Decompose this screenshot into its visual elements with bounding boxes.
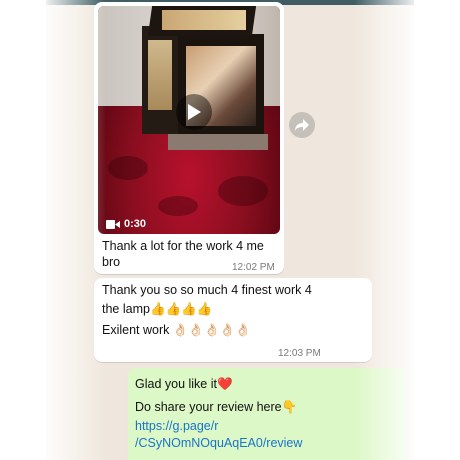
video-decor xyxy=(158,196,198,216)
forward-icon xyxy=(295,119,309,131)
play-button[interactable] xyxy=(176,94,212,130)
forward-button[interactable] xyxy=(289,112,315,138)
message-time: 12:03 PM xyxy=(278,348,321,359)
video-thumbnail[interactable]: 0:30 xyxy=(98,6,280,234)
lamp-photo-panel xyxy=(162,10,246,30)
lamp-photo-panel xyxy=(148,40,172,110)
play-icon xyxy=(188,104,201,120)
video-camera-icon xyxy=(106,219,120,229)
message-text: Do share your review here👇 xyxy=(135,400,298,414)
chat-area: 0:30 Thank a lot for the work 4 me bro 1… xyxy=(46,0,414,460)
message-text: Glad you like it❤️ xyxy=(135,377,233,391)
message-text: Thank you so so much 4 finest work 4 xyxy=(102,283,312,297)
video-duration-row: 0:30 xyxy=(106,218,146,230)
message-time: 12:02 PM xyxy=(232,262,275,273)
lamp-base xyxy=(168,134,268,150)
video-decor xyxy=(218,176,268,206)
message-text: Thank a lot for the work 4 me xyxy=(102,239,264,253)
review-link[interactable]: /CSyNOmNOquAqEA0/review xyxy=(135,433,302,453)
edge-fade xyxy=(46,0,106,460)
edge-fade xyxy=(354,0,414,460)
message-text: the lamp👍👍👍👍 xyxy=(102,302,213,316)
message-text: Exilent work 👌🏻👌🏻👌🏻👌🏻👌🏻 xyxy=(102,323,251,337)
video-decor xyxy=(108,156,148,180)
video-duration: 0:30 xyxy=(124,218,147,230)
